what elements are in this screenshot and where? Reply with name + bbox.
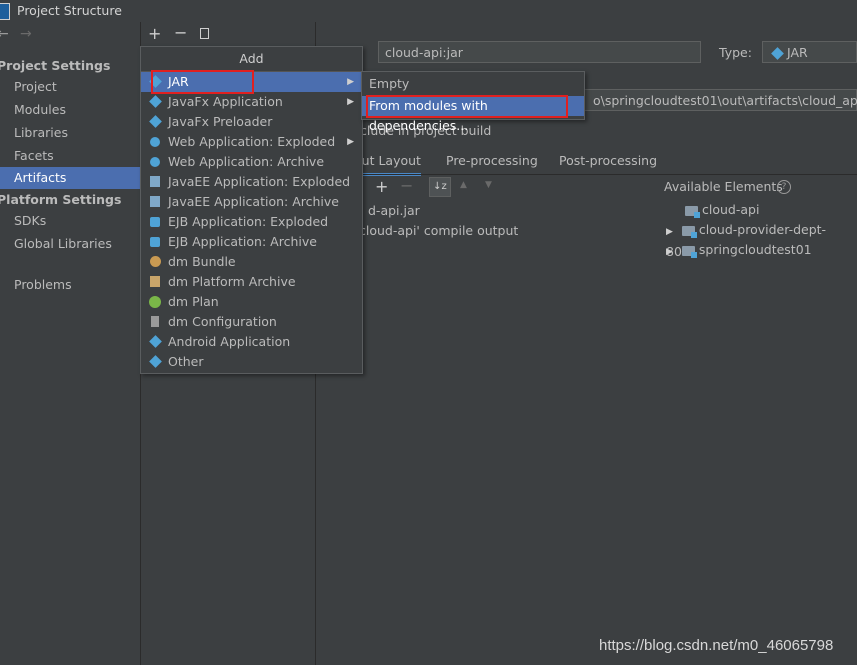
add-menu-item-label: Web Application: Archive [168, 154, 325, 169]
javaee-icon [150, 176, 160, 187]
add-menu-item-label: dm Bundle [168, 254, 236, 269]
add-menu-item-label: JavaFx Preloader [168, 114, 273, 129]
sidebar-item-global-libraries[interactable]: Global Libraries [0, 233, 140, 255]
section-platform-settings: Platform Settings [0, 192, 122, 207]
sort-icon[interactable]: ↓z [429, 177, 451, 197]
tab-pre-processing[interactable]: Pre-processing [446, 153, 538, 168]
android-icon [149, 335, 162, 348]
jar-highlight-box [151, 70, 254, 94]
window-title: Project Structure [17, 3, 122, 18]
ejb-icon [150, 217, 160, 227]
expand-arrow-icon[interactable]: ▶ [666, 227, 673, 237]
add-menu-item[interactable]: JavaEE Application: Archive [141, 192, 362, 212]
web-icon [150, 157, 160, 167]
bundle-icon [150, 256, 161, 267]
sidebar-item-libraries[interactable]: Libraries [0, 122, 140, 144]
add-menu-item[interactable]: JavaFx Preloader [141, 112, 362, 132]
artifact-name-field[interactable]: cloud-api:jar [378, 41, 701, 63]
available-item-springcloudtest01[interactable]: ▶ springcloudtest01 [666, 240, 812, 260]
forward-icon[interactable]: → [20, 26, 32, 42]
layout-root-item[interactable]: d-api.jar [368, 203, 420, 218]
javafx-icon [149, 95, 162, 108]
module-folder-icon [685, 205, 700, 218]
available-item-cloud-provider[interactable]: ▶cloud-provider-dept-8001 [666, 220, 857, 259]
tab-output-layout[interactable]: out Layout [354, 153, 421, 176]
help-icon[interactable]: ? [777, 180, 791, 194]
ejb-icon [150, 237, 160, 247]
app-icon [0, 3, 10, 20]
submenu-item-empty[interactable]: Empty [362, 74, 584, 94]
add-menu-item[interactable]: dm Platform Archive [141, 272, 362, 292]
title-bar: Project Structure [0, 0, 857, 22]
add-menu-item-label: EJB Application: Archive [168, 234, 317, 249]
add-menu-item[interactable]: Web Application: Archive [141, 152, 362, 172]
add-menu-item[interactable]: Android Application [141, 332, 362, 352]
add-menu-item-label: Web Application: Exploded [168, 134, 336, 149]
available-elements-label: Available Elements [664, 179, 783, 194]
expand-arrow-icon[interactable]: ▶ [666, 247, 673, 257]
module-folder-icon [681, 245, 697, 258]
platform-icon [150, 276, 160, 287]
other-icon [149, 355, 162, 368]
output-directory-field[interactable]: o\springcloudtest01\out\artifacts\cloud_… [584, 89, 857, 111]
submenu-arrow-icon: ▶ [347, 77, 354, 87]
add-icon[interactable]: + [148, 24, 161, 43]
available-item-cloud-api[interactable]: cloud-api [685, 200, 759, 220]
add-menu-item-label: Android Application [168, 334, 291, 349]
from-modules-highlight-box [366, 95, 568, 118]
add-menu-item-label: Other [168, 354, 204, 369]
add-menu-item[interactable]: JavaEE Application: Exploded [141, 172, 362, 192]
javafx-icon [149, 115, 162, 128]
sidebar-item-modules[interactable]: Modules [0, 99, 140, 121]
module-folder-icon [681, 225, 697, 238]
config-icon [151, 316, 159, 327]
add-menu-item-label: JavaFx Application [168, 94, 283, 109]
add-menu-item-label: dm Plan [168, 294, 219, 309]
submenu-arrow-icon: ▶ [347, 137, 354, 147]
sidebar-item-problems[interactable]: Problems [0, 274, 140, 296]
back-icon[interactable]: ← [0, 26, 9, 42]
add-menu-item-label: JavaEE Application: Archive [168, 194, 339, 209]
section-project-settings: Project Settings [0, 58, 111, 73]
add-menu-item[interactable]: JavaFx Application ▶ [141, 92, 362, 112]
add-menu-item[interactable]: EJB Application: Exploded [141, 212, 362, 232]
add-menu-item[interactable]: dm Plan [141, 292, 362, 312]
add-menu-item-label: JavaEE Application: Exploded [168, 174, 351, 189]
add-menu-item[interactable]: dm Bundle [141, 252, 362, 272]
sidebar-item-sdks[interactable]: SDKs [0, 210, 140, 232]
sidebar: ← → Project Settings Project Modules Lib… [0, 22, 141, 665]
add-menu-item[interactable]: Other [141, 352, 362, 372]
add-menu-title: Add [141, 47, 362, 72]
add-menu-item-label: EJB Application: Exploded [168, 214, 329, 229]
tab-post-processing[interactable]: Post-processing [559, 153, 657, 168]
layout-compile-output-item[interactable]: cloud-api' compile output [359, 223, 518, 238]
sidebar-item-facets[interactable]: Facets [0, 145, 140, 167]
sidebar-item-artifacts[interactable]: Artifacts [0, 167, 140, 189]
add-menu: Add JAR ▶ JavaFx Application ▶ JavaFx Preloa… [140, 46, 363, 374]
add-menu-item-label: dm Configuration [168, 314, 277, 329]
add-element-icon[interactable]: + [375, 177, 388, 196]
submenu-arrow-icon: ▶ [347, 97, 354, 107]
move-up-icon[interactable]: ▲ [460, 180, 467, 190]
jar-submenu: Empty From modules with dependencies... [361, 71, 585, 133]
javaee-icon [150, 196, 160, 207]
add-menu-item[interactable]: dm Configuration [141, 312, 362, 332]
add-menu-item[interactable]: EJB Application: Archive [141, 232, 362, 252]
type-label: Type: [719, 45, 752, 60]
move-down-icon[interactable]: ▼ [485, 180, 492, 190]
remove-element-icon[interactable]: − [400, 176, 413, 195]
web-icon [150, 137, 160, 147]
copy-icon[interactable] [200, 28, 209, 39]
tabs-divider [346, 174, 857, 175]
watermark: https://blog.csdn.net/m0_46065798 [599, 637, 834, 654]
sidebar-item-project[interactable]: Project [0, 76, 140, 98]
plan-icon [149, 296, 161, 308]
add-menu-item-label: dm Platform Archive [168, 274, 296, 289]
add-menu-item[interactable]: Web Application: Exploded ▶ [141, 132, 362, 152]
remove-icon[interactable]: − [174, 23, 187, 42]
